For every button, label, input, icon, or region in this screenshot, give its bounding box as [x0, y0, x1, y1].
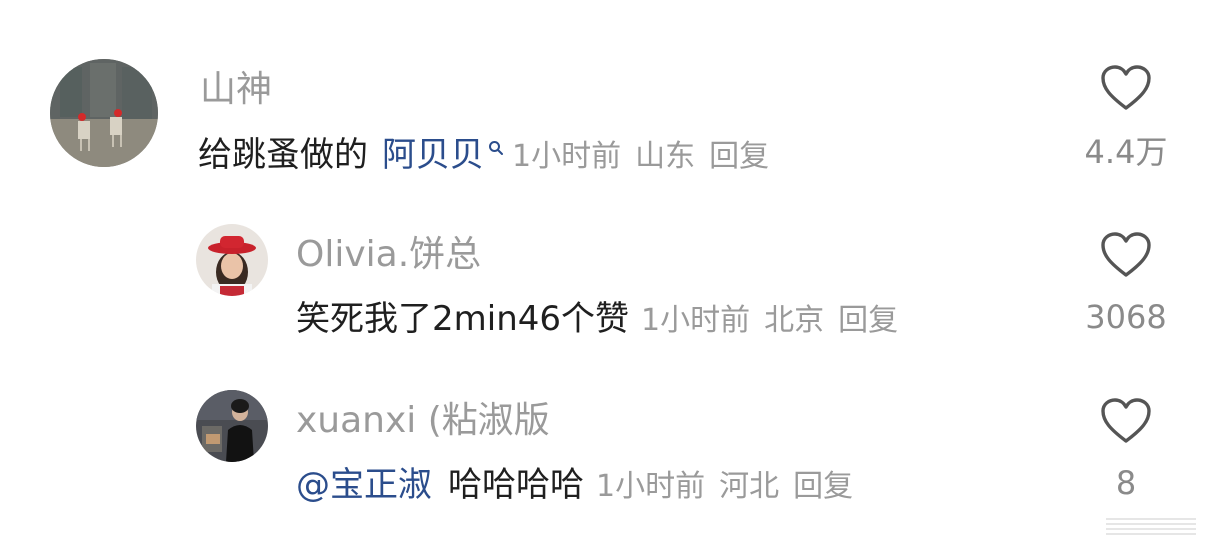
heart-icon: [1101, 65, 1151, 110]
comment-time: 1小时前: [641, 303, 751, 338]
avatar-stone-wall-chairs-icon: [50, 59, 158, 167]
heart-icon: [1101, 232, 1151, 277]
search-icon: [489, 141, 503, 155]
like-button[interactable]: 4.4万: [1066, 64, 1186, 168]
comment-location: 山东: [635, 139, 696, 174]
reply-button[interactable]: 回复: [793, 472, 853, 502]
watermark-decoration: [1106, 518, 1196, 535]
username[interactable]: Olivia.饼总: [296, 237, 481, 273]
comment-body: @宝正淑 哈哈哈哈 1小时前 河北 回复: [296, 468, 853, 502]
avatar-person-dark-icon: [196, 390, 268, 462]
like-button[interactable]: 3068: [1066, 231, 1186, 333]
user-avatar[interactable]: [196, 390, 268, 462]
comment-text: 笑死我了2min46个赞: [296, 299, 630, 339]
username[interactable]: xuanxi (粘淑版: [296, 403, 550, 439]
comment-location: 河北: [719, 469, 780, 504]
reply-button[interactable]: 回复: [838, 306, 898, 336]
like-count: 4.4万: [1084, 133, 1168, 171]
comment-body: 笑死我了2min46个赞 1小时前 北京 回复: [296, 302, 898, 336]
user-avatar[interactable]: [50, 59, 158, 167]
like-button[interactable]: 8: [1066, 397, 1186, 499]
comment-text: 哈哈哈哈: [448, 465, 584, 505]
like-count: 3068: [1085, 298, 1167, 336]
comment-text: 给跳蚤做的: [198, 135, 368, 175]
comment-location: 北京: [764, 303, 825, 338]
heart-icon: [1101, 398, 1151, 443]
comment-body: 给跳蚤做的 阿贝贝 1小时前 山东 回复: [198, 138, 769, 172]
user-avatar[interactable]: [196, 224, 268, 296]
reply-button[interactable]: 回复: [709, 142, 769, 172]
mention-link[interactable]: @宝正淑: [296, 468, 432, 502]
like-count: 8: [1115, 464, 1137, 502]
username[interactable]: 山神: [200, 72, 272, 108]
avatar-girl-red-hat-icon: [196, 224, 268, 296]
comment-time: 1小时前: [512, 139, 622, 174]
mention-link[interactable]: 阿贝贝: [382, 138, 484, 172]
comment-time: 1小时前: [596, 469, 706, 504]
